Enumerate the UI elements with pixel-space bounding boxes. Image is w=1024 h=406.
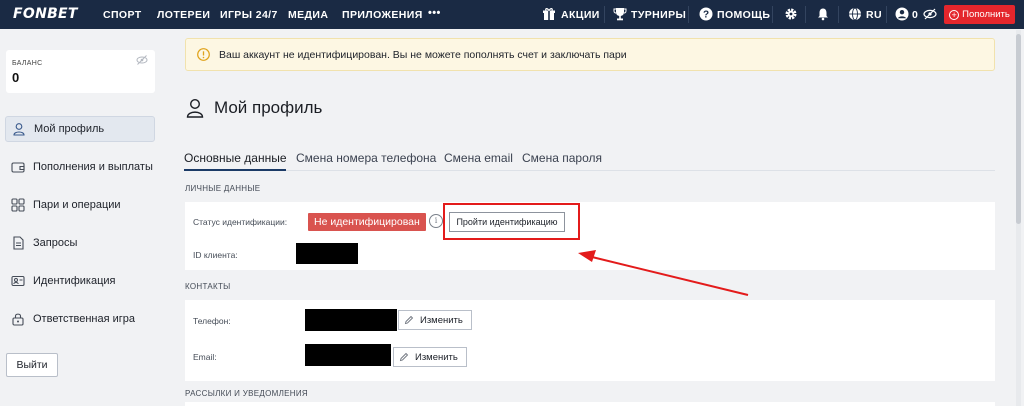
fonbet-logo[interactable]: FONBET: [13, 6, 78, 22]
sidebar-item-identification[interactable]: Идентификация: [5, 268, 155, 294]
nav-divider: [838, 6, 839, 23]
tab-basic-data[interactable]: Основные данные: [184, 151, 287, 165]
id-card-icon: [11, 275, 25, 287]
nav-divider: [772, 6, 773, 23]
document-icon: [13, 236, 24, 250]
help-icon: ?: [699, 7, 713, 21]
language-selector[interactable]: RU: [866, 9, 882, 21]
nav-divider: [805, 6, 806, 23]
client-id-label: ID клиента:: [193, 250, 238, 260]
tab-change-email[interactable]: Смена email: [444, 151, 513, 165]
lock-icon: [12, 313, 24, 326]
bell-icon[interactable]: [816, 7, 830, 21]
eye-off-icon[interactable]: [923, 7, 937, 21]
id-status-label: Статус идентификации:: [193, 217, 288, 227]
warning-icon: [197, 48, 210, 61]
sidebar-item-requests[interactable]: Запросы: [5, 230, 155, 256]
tabs-divider: [184, 170, 995, 171]
email-value-redacted: [305, 344, 391, 366]
nav-media[interactable]: МЕДИА: [288, 9, 328, 21]
nav-divider: [886, 6, 887, 23]
sidebar-item-my-profile[interactable]: Мой профиль: [5, 116, 155, 142]
page-title-text: Мой профиль: [214, 98, 323, 117]
balance-card: БАЛАНС 0: [6, 50, 155, 93]
sidebar-item-label: Пополнения и выплаты: [33, 161, 153, 173]
edit-email-button[interactable]: Изменить: [393, 347, 467, 367]
section-personal-data: ЛИЧНЫЕ ДАННЫЕ: [185, 184, 261, 193]
contacts-card: Телефон: Изменить Email: Изменить: [185, 300, 995, 381]
nav-apps[interactable]: ПРИЛОЖЕНИЯ: [342, 9, 423, 21]
gift-icon: [543, 8, 555, 20]
sidebar-item-label: Ответственная игра: [33, 313, 136, 325]
balance-value: 0: [12, 70, 20, 85]
section-mailings: РАССЫЛКИ И УВЕДОМЛЕНИЯ: [185, 389, 309, 398]
edit-phone-button[interactable]: Изменить: [398, 310, 472, 330]
sidebar-item-deposits-withdrawals[interactable]: Пополнения и выплаты: [5, 154, 155, 180]
top-navigation: FONBET СПОРТ ЛОТЕРЕИ ИГРЫ 24/7 МЕДИА ПРИ…: [0, 0, 1024, 29]
scrollbar[interactable]: [1016, 30, 1021, 406]
nav-help[interactable]: ПОМОЩЬ: [717, 9, 770, 21]
tab-change-phone[interactable]: Смена номера телефона: [296, 151, 436, 165]
nav-more[interactable]: •••: [428, 7, 441, 19]
nav-games-24-7[interactable]: ИГРЫ 24/7: [220, 9, 278, 21]
nav-sport[interactable]: СПОРТ: [103, 9, 142, 21]
sidebar-item-label: Запросы: [33, 237, 78, 249]
nav-promotions[interactable]: АКЦИИ: [561, 9, 600, 21]
wallet-icon: [11, 162, 25, 173]
nav-divider: [604, 6, 605, 23]
sidebar-item-label: Идентификация: [33, 275, 116, 287]
user-icon[interactable]: [895, 7, 909, 21]
gear-icon[interactable]: [784, 7, 798, 21]
sidebar-item-bets-operations[interactable]: Пари и операции: [5, 192, 155, 218]
active-tab-indicator: [184, 169, 286, 171]
nav-tournaments[interactable]: ТУРНИРЫ: [631, 9, 686, 21]
edit-label: Изменить: [420, 314, 463, 326]
pencil-icon: [404, 315, 414, 325]
logout-button[interactable]: Выйти: [6, 353, 58, 377]
globe-icon[interactable]: [848, 7, 862, 21]
user-balance: 0: [912, 9, 919, 21]
personal-data-card: Статус идентификации: Не идентифицирован…: [185, 202, 995, 270]
sidebar-item-label: Мой профиль: [34, 123, 105, 135]
grid-icon: [11, 198, 25, 212]
phone-label: Телефон:: [193, 316, 231, 326]
client-id-value-redacted: [296, 243, 358, 264]
plus-icon: +: [949, 9, 960, 20]
alert-text: Ваш аккаунт не идентифицирован. Вы не мо…: [219, 48, 627, 61]
eye-off-icon[interactable]: [136, 55, 148, 65]
page-title: Мой профиль: [186, 98, 322, 118]
user-icon: [13, 123, 25, 136]
sidebar-item-label: Пари и операции: [33, 199, 121, 211]
balance-label: БАЛАНС: [12, 60, 43, 67]
nav-divider: [688, 6, 689, 23]
edit-label: Изменить: [415, 351, 458, 363]
info-icon[interactable]: i: [429, 214, 443, 228]
nav-lotteries[interactable]: ЛОТЕРЕИ: [157, 9, 210, 21]
scrollbar-thumb[interactable]: [1016, 34, 1021, 224]
svg-text:?: ?: [703, 10, 709, 21]
topup-button[interactable]: + Пополнить: [944, 5, 1015, 24]
user-icon: [186, 98, 204, 118]
mailings-card: [185, 402, 995, 406]
annotation-highlight-box: [443, 203, 580, 240]
section-contacts: КОНТАКТЫ: [185, 282, 231, 291]
phone-value-redacted: [305, 309, 397, 331]
tab-change-password[interactable]: Смена пароля: [522, 151, 602, 165]
trophy-icon: [613, 8, 627, 21]
verification-alert: Ваш аккаунт не идентифицирован. Вы не мо…: [185, 38, 995, 71]
pencil-icon: [399, 352, 409, 362]
email-label: Email:: [193, 352, 217, 362]
topup-button-label: Пополнить: [962, 9, 1010, 20]
status-badge: Не идентифицирован: [308, 213, 426, 231]
sidebar-item-responsible-gaming[interactable]: Ответственная игра: [5, 306, 155, 332]
